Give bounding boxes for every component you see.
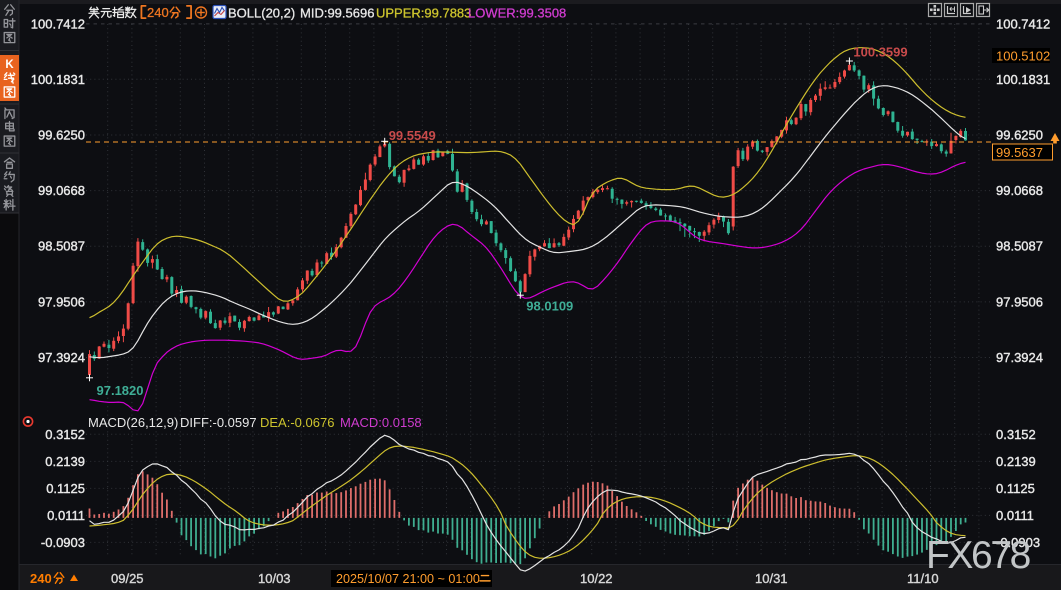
svg-text:97.3924: 97.3924 <box>996 350 1043 365</box>
svg-text:97.9506: 97.9506 <box>996 294 1043 309</box>
svg-text:0.3152: 0.3152 <box>996 427 1036 442</box>
svg-text:10/31: 10/31 <box>755 571 788 586</box>
svg-text:FX678: FX678 <box>926 534 1030 577</box>
svg-text:98.5087: 98.5087 <box>38 239 85 254</box>
svg-text:99.5549: 99.5549 <box>389 128 436 143</box>
svg-text:-0.0903: -0.0903 <box>41 535 85 550</box>
svg-text:10/22: 10/22 <box>580 571 613 586</box>
svg-text:240: 240 <box>30 571 52 586</box>
svg-text:100.5102: 100.5102 <box>996 49 1050 64</box>
svg-text:DIFF:-0.0597: DIFF:-0.0597 <box>180 415 257 430</box>
svg-text:MACD(26,12,9): MACD(26,12,9) <box>88 415 178 430</box>
svg-text:100.7412: 100.7412 <box>996 16 1050 31</box>
svg-text:98.0109: 98.0109 <box>526 299 573 314</box>
svg-text:MACD:0.0158: MACD:0.0158 <box>340 415 422 430</box>
svg-text:99.6250: 99.6250 <box>38 128 85 143</box>
svg-text:99.5637: 99.5637 <box>996 145 1043 160</box>
svg-text:97.9506: 97.9506 <box>38 294 85 309</box>
svg-text:97.1820: 97.1820 <box>97 383 144 398</box>
svg-text:100.1831: 100.1831 <box>996 72 1050 87</box>
svg-text:0.1125: 0.1125 <box>46 481 85 496</box>
svg-text:100.3599: 100.3599 <box>853 45 907 60</box>
svg-text:240: 240 <box>147 5 169 20</box>
svg-text:0.1125: 0.1125 <box>996 481 1035 496</box>
svg-text:UPPER:99.7883: UPPER:99.7883 <box>376 6 471 21</box>
svg-text:99.6250: 99.6250 <box>996 128 1043 143</box>
svg-text:DEA:-0.0676: DEA:-0.0676 <box>260 415 334 430</box>
svg-text:98.5087: 98.5087 <box>996 239 1043 254</box>
svg-text:97.3924: 97.3924 <box>38 350 85 365</box>
svg-text:2025/10/07 21:00 ~ 01:00: 2025/10/07 21:00 ~ 01:00 <box>336 572 480 586</box>
svg-text:0.2139: 0.2139 <box>45 454 85 469</box>
svg-text:LOWER:99.3508: LOWER:99.3508 <box>468 6 566 21</box>
svg-text:K: K <box>5 59 14 71</box>
svg-text:BOLL(20,2): BOLL(20,2) <box>228 6 295 21</box>
svg-text:0.0111: 0.0111 <box>47 508 85 523</box>
svg-text:99.0668: 99.0668 <box>996 183 1043 198</box>
svg-text:100.7412: 100.7412 <box>31 16 85 31</box>
svg-text:0.0111: 0.0111 <box>996 508 1034 523</box>
svg-text:0.2139: 0.2139 <box>996 454 1036 469</box>
svg-text:MID:99.5696: MID:99.5696 <box>300 6 374 21</box>
svg-text:10/03: 10/03 <box>258 571 291 586</box>
svg-text:0.3152: 0.3152 <box>45 427 85 442</box>
svg-text:99.0668: 99.0668 <box>38 183 85 198</box>
svg-text:09/25: 09/25 <box>111 571 144 586</box>
svg-text:100.1831: 100.1831 <box>31 72 85 87</box>
